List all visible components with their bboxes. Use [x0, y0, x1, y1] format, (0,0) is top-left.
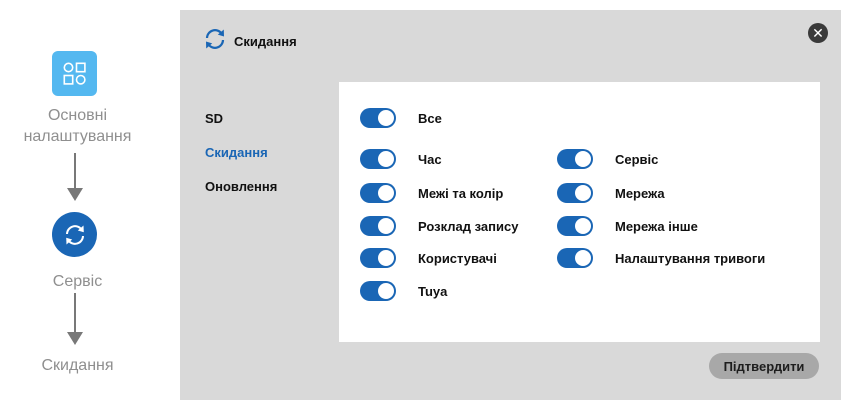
settings-grid-icon[interactable] — [52, 51, 97, 96]
toggle-switch-network[interactable] — [557, 183, 593, 203]
toggle-row-tuya: Tuya — [360, 281, 447, 301]
toggle-switch-network-other[interactable] — [557, 216, 593, 236]
toggle-label-users: Користувачі — [418, 250, 497, 266]
menu-item-sd[interactable]: SD — [205, 110, 277, 144]
reset-dialog: Скидання ✕ SD Скидання Оновлення Все Час… — [180, 10, 841, 400]
step-label-service: Сервіс — [52, 273, 103, 290]
refresh-icon — [202, 26, 228, 57]
toggle-label-alarm-settings: Налаштування тривоги — [615, 250, 766, 266]
toggle-switch-alarm-settings[interactable] — [557, 248, 593, 268]
toggle-row-time: Час — [360, 149, 442, 169]
toggle-switch-users[interactable] — [360, 248, 396, 268]
dialog-header: Скидання — [202, 27, 297, 55]
confirm-button[interactable]: Підтвердити — [709, 353, 819, 379]
toggle-switch-tuya[interactable] — [360, 281, 396, 301]
toggle-row-all: Все — [360, 108, 442, 128]
down-arrow-icon — [67, 153, 83, 201]
toggle-label-service: Сервіс — [615, 151, 659, 167]
toggle-switch-borders-color[interactable] — [360, 183, 396, 203]
toggle-row-users: Користувачі — [360, 248, 497, 268]
reset-options-panel: Все Час Межі та колір Розклад запису Кор… — [339, 82, 820, 342]
down-arrow-icon — [67, 293, 83, 345]
toggle-label-record-schedule: Розклад запису — [418, 218, 519, 234]
toggle-switch-service[interactable] — [557, 149, 593, 169]
step-label-basic-settings: Основні налаштування — [23, 107, 132, 145]
step-label-reset: Скидання — [41, 357, 114, 374]
toggle-switch-time[interactable] — [360, 149, 396, 169]
close-icon[interactable]: ✕ — [808, 23, 828, 43]
toggle-label-all: Все — [418, 110, 442, 126]
toggle-row-network: Мережа — [557, 183, 665, 203]
side-menu: SD Скидання Оновлення — [205, 110, 277, 212]
menu-item-update[interactable]: Оновлення — [205, 178, 277, 212]
dialog-title: Скидання — [234, 33, 297, 49]
toggle-row-record-schedule: Розклад запису — [360, 216, 518, 236]
toggle-row-borders-color: Межі та колір — [360, 183, 503, 203]
toggle-switch-record-schedule[interactable] — [360, 216, 396, 236]
toggle-row-service: Сервіс — [557, 149, 658, 169]
toggle-label-tuya: Tuya — [418, 283, 448, 299]
toggle-label-network-other: Мережа інше — [615, 218, 698, 234]
refresh-icon[interactable] — [52, 212, 97, 257]
toggle-label-borders-color: Межі та колір — [418, 185, 504, 201]
toggle-switch-all[interactable] — [360, 108, 396, 128]
toggle-row-alarm-settings: Налаштування тривоги — [557, 248, 765, 268]
flow-diagram: Основні налаштування Сервіс Скидання — [0, 0, 160, 400]
toggle-row-network-other: Мережа інше — [557, 216, 698, 236]
toggle-label-time: Час — [418, 151, 442, 167]
toggle-label-network: Мережа — [615, 185, 665, 201]
menu-item-reset[interactable]: Скидання — [205, 144, 277, 178]
